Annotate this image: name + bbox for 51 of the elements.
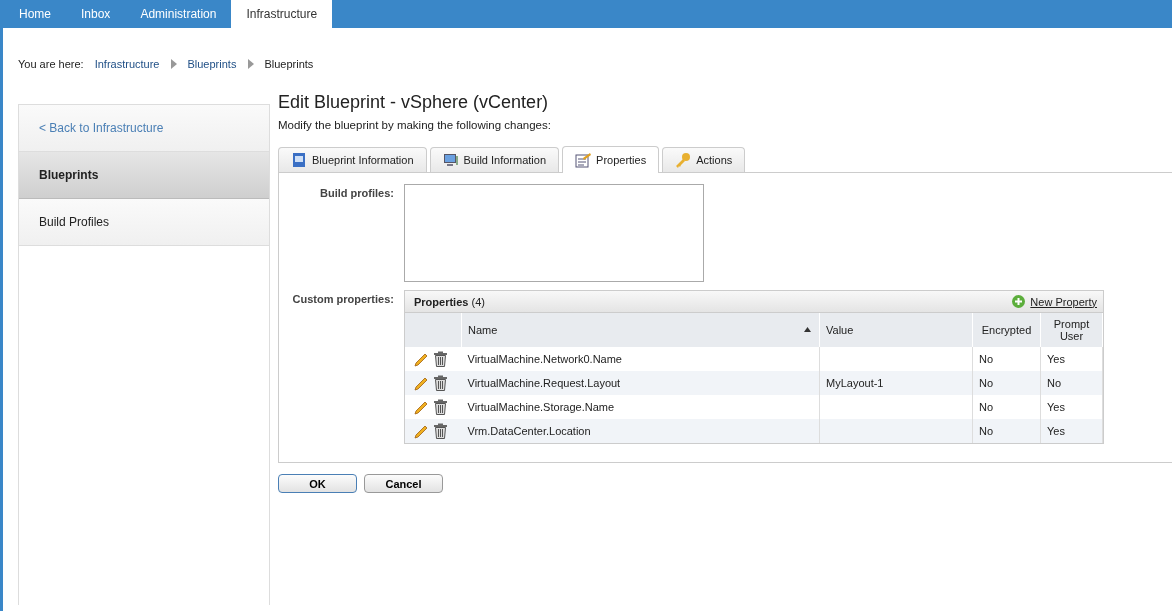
table-cell: No [972, 371, 1041, 395]
trash-icon[interactable] [433, 351, 448, 367]
tab[interactable]: Actions [662, 147, 746, 172]
nav-tab[interactable]: Administration [125, 0, 232, 28]
table-cell: Yes [1040, 419, 1103, 443]
document-icon [291, 152, 307, 168]
new-property-link[interactable]: New Property [1012, 295, 1097, 308]
sidebar-item[interactable]: Build Profiles [19, 199, 269, 246]
nav-tab[interactable]: Home [4, 0, 66, 28]
form-icon [575, 152, 592, 168]
column-header[interactable]: Encrypted [972, 313, 1041, 347]
chevron-icon [171, 59, 178, 69]
nav-tab[interactable]: Inbox [66, 0, 126, 28]
tab[interactable]: Build Information [429, 147, 560, 172]
nav-tab[interactable]: Infrastructure [231, 0, 333, 28]
sort-icon [804, 327, 811, 332]
table-cell: Vrm.DataCenter.Location [461, 419, 820, 443]
tab[interactable]: Blueprint Information [278, 147, 427, 172]
breadcrumb-current: Blueprints [264, 58, 314, 70]
trash-icon[interactable] [433, 399, 448, 415]
pencil-icon[interactable] [414, 399, 430, 415]
panel-title: Properties (4) [414, 295, 485, 308]
table-cell: No [972, 419, 1041, 443]
trash-icon[interactable] [433, 375, 448, 391]
pencil-icon[interactable] [414, 351, 430, 367]
breadcrumb-link[interactable]: Infrastructure [94, 58, 160, 70]
chevron-icon [248, 59, 255, 69]
ok-button[interactable]: OK [278, 474, 357, 493]
page-subtitle: Modify the blueprint by making the following changes: [278, 119, 552, 131]
table-cell: MyLayout-1 [826, 377, 884, 389]
table-cell: VirtualMachine.Request.Layout [461, 371, 820, 395]
tab[interactable]: Properties [562, 146, 660, 173]
add-icon [1012, 295, 1026, 308]
field-label: Build profiles: [319, 187, 395, 201]
column-header[interactable]: Prompt User [1040, 313, 1103, 347]
trash-icon[interactable] [433, 423, 448, 439]
breadcrumb-label: You are here: [18, 58, 84, 70]
build-profiles-list[interactable] [404, 184, 704, 282]
field-label: Custom properties: [291, 293, 395, 307]
cancel-button[interactable]: Cancel [364, 474, 443, 493]
pencil-icon[interactable] [414, 375, 430, 391]
sidebar-item[interactable]: Blueprints [19, 152, 269, 199]
column-header[interactable]: Value [819, 313, 973, 347]
column-header[interactable]: Name [461, 313, 820, 347]
breadcrumb-link[interactable]: Blueprints [187, 58, 237, 70]
back-link[interactable]: < Back to Infrastructure [19, 105, 269, 152]
key-icon [675, 152, 692, 168]
table-cell: No [1040, 371, 1103, 395]
page-title: Edit Blueprint - vSphere (vCenter) [278, 92, 550, 113]
monitor-icon [442, 152, 459, 168]
pencil-icon[interactable] [414, 423, 430, 439]
